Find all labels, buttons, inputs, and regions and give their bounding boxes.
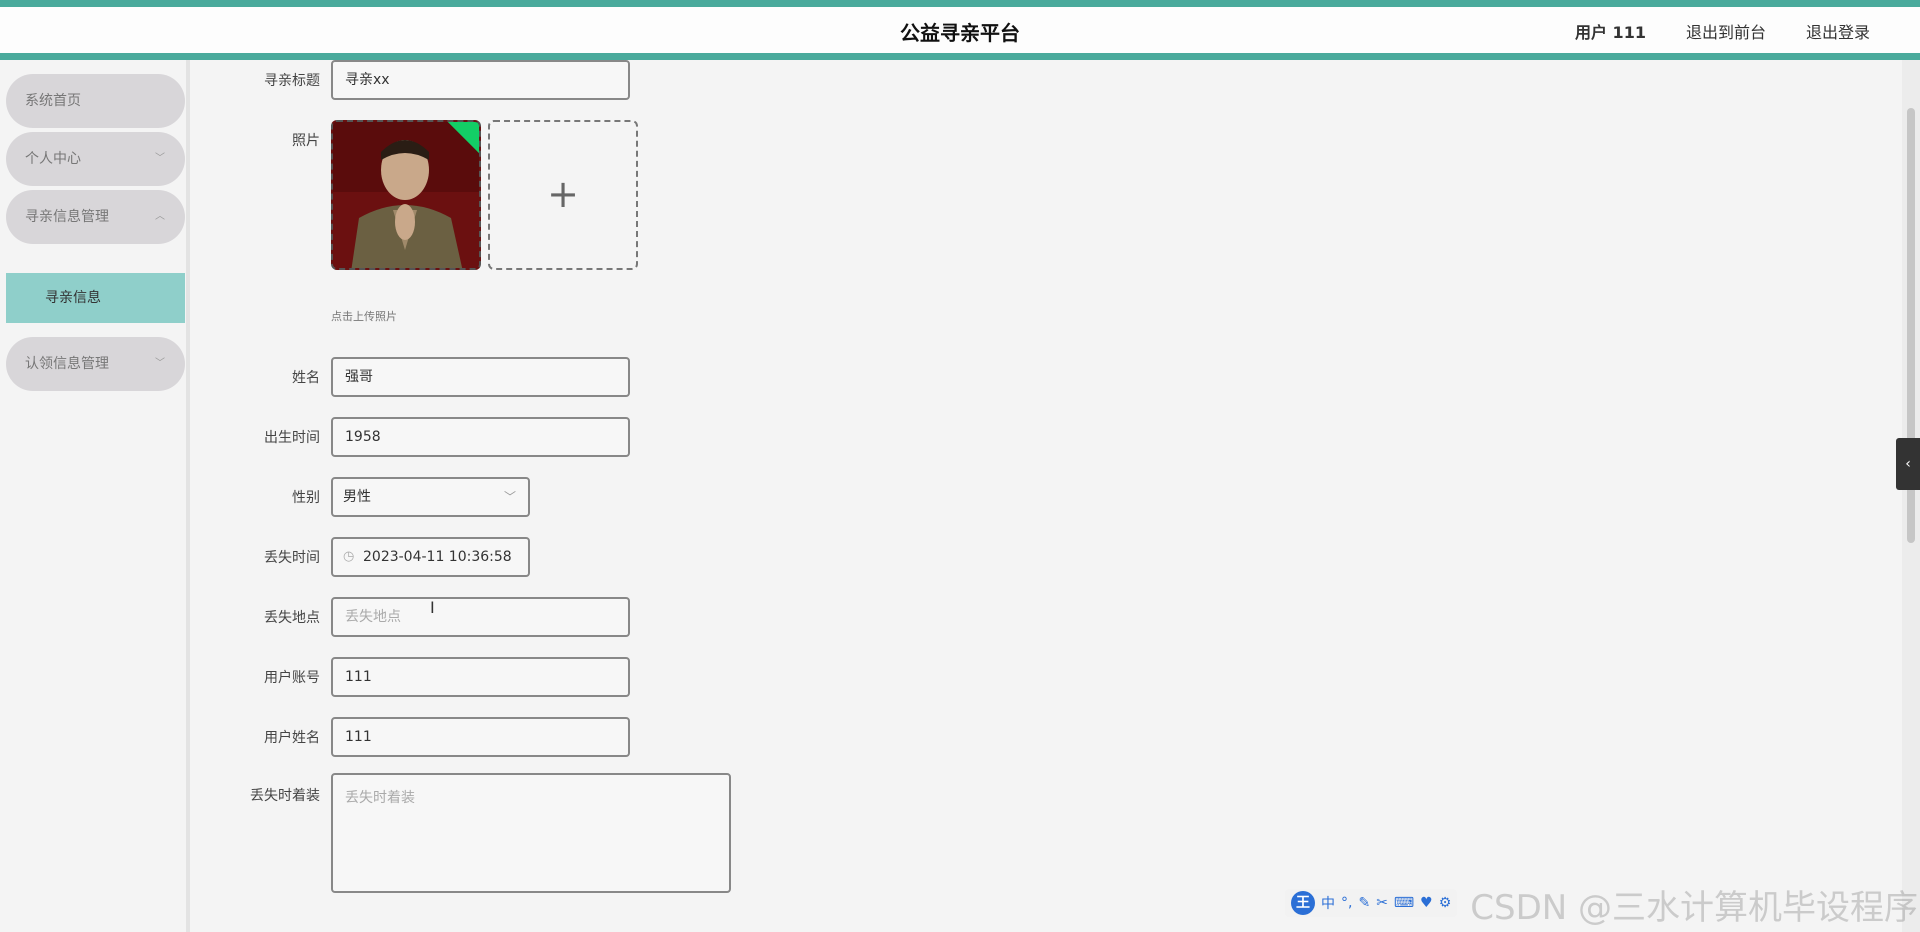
sidebar-item-claim-info[interactable]: 认领信息管理 ﹀ bbox=[6, 337, 185, 391]
sidebar-subitem-search-info[interactable]: 寻亲信息 bbox=[6, 273, 185, 323]
edit-form: 寻亲标题 寻亲xx 照片 + 点击上传照片 姓名 强哥 出生时间 1958 性别… bbox=[190, 60, 1900, 932]
skin-icon[interactable]: ♥ bbox=[1420, 895, 1433, 911]
sidebar: 系统首页 个人中心 ﹀ 寻亲信息管理 ︿ 寻亲信息 认领信息管理 ﹀ bbox=[0, 60, 190, 932]
sidebar-item-search-info[interactable]: 寻亲信息管理 ︿ bbox=[6, 190, 185, 244]
lost-time-label: 丢失时间 bbox=[264, 550, 320, 566]
chevron-down-icon: ﹀ bbox=[155, 153, 165, 164]
clock-icon: ◷ bbox=[343, 549, 355, 564]
clothes-label: 丢失时着装 bbox=[250, 788, 320, 804]
lost-place-input[interactable]: 丢失地点 bbox=[331, 597, 630, 637]
title-input[interactable]: 寻亲xx bbox=[331, 60, 630, 100]
current-user: 用户 111 bbox=[1574, 23, 1646, 42]
birth-input[interactable]: 1958 bbox=[331, 417, 630, 457]
collapse-panel-button[interactable]: ‹ bbox=[1896, 438, 1920, 490]
logout-link[interactable]: 退出登录 bbox=[1806, 19, 1870, 43]
sidebar-item-personal[interactable]: 个人中心 ﹀ bbox=[6, 132, 185, 186]
account-label: 用户账号 bbox=[264, 670, 320, 686]
scissors-icon[interactable]: ✂ bbox=[1376, 895, 1388, 911]
uploaded-photo[interactable] bbox=[331, 120, 481, 270]
upload-hint: 点击上传照片 bbox=[331, 310, 397, 323]
ime-toolbar[interactable]: 王 中 °, ✎ ✂ ⌨ ♥ ⚙ bbox=[1285, 889, 1458, 917]
gender-label: 性别 bbox=[292, 490, 320, 506]
top-right-nav: 用户 111 退出到前台 退出登录 bbox=[1575, 19, 1870, 43]
account-input[interactable]: 111 bbox=[331, 657, 630, 697]
lost-time-picker[interactable]: ◷ 2023-04-11 10:36:58 bbox=[331, 537, 530, 577]
top-bar: 公益寻亲平台 用户 111 退出到前台 退出登录 bbox=[0, 0, 1920, 60]
upload-photo-button[interactable]: + bbox=[488, 120, 638, 270]
name-label: 姓名 bbox=[292, 370, 320, 386]
username-label: 用户姓名 bbox=[264, 730, 320, 746]
gender-value: 男性 bbox=[343, 489, 371, 505]
page-scrollbar[interactable] bbox=[1902, 60, 1920, 932]
photo-label: 照片 bbox=[292, 133, 320, 149]
person-photo-image bbox=[333, 122, 479, 268]
keyboard-icon[interactable]: ⌨ bbox=[1394, 895, 1414, 911]
back-to-front-link[interactable]: 退出到前台 bbox=[1686, 19, 1766, 43]
clothes-textarea[interactable]: 丢失时着装 bbox=[331, 773, 731, 893]
chevron-up-icon: ︿ bbox=[155, 211, 165, 222]
chevron-down-icon: ﹀ bbox=[503, 490, 516, 504]
punctuation-icon[interactable]: °, bbox=[1341, 895, 1352, 911]
text-cursor-icon: I bbox=[430, 598, 435, 617]
chevron-left-icon: ‹ bbox=[1905, 456, 1911, 472]
lost-place-label: 丢失地点 bbox=[264, 610, 320, 626]
pen-icon[interactable]: ✎ bbox=[1358, 895, 1370, 911]
birth-label: 出生时间 bbox=[264, 430, 320, 446]
ime-mode-toggle[interactable]: 中 bbox=[1321, 893, 1335, 913]
sidebar-item-label: 系统首页 bbox=[25, 93, 81, 109]
gear-icon[interactable]: ⚙ bbox=[1439, 895, 1452, 911]
name-input[interactable]: 强哥 bbox=[331, 357, 630, 397]
sidebar-item-home[interactable]: 系统首页 bbox=[6, 74, 185, 128]
title-label: 寻亲标题 bbox=[264, 73, 320, 89]
sidebar-item-label: 认领信息管理 bbox=[25, 356, 109, 372]
ime-logo-icon: 王 bbox=[1291, 891, 1315, 915]
chevron-down-icon: ﹀ bbox=[155, 358, 165, 369]
sidebar-item-label: 寻亲信息管理 bbox=[25, 209, 109, 225]
plus-icon: + bbox=[547, 172, 579, 216]
username-input[interactable]: 111 bbox=[331, 717, 630, 757]
sidebar-item-label: 个人中心 bbox=[25, 151, 81, 167]
gender-select[interactable]: 男性 ﹀ bbox=[331, 477, 530, 517]
watermark: CSDN @三水计算机毕设程序 bbox=[1470, 888, 1918, 928]
lost-time-value: 2023-04-11 10:36:58 bbox=[363, 549, 512, 565]
